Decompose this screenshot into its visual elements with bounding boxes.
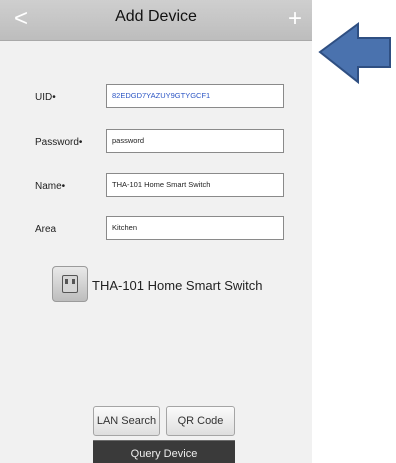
title-bar: < Add Device +	[0, 0, 312, 41]
add-button[interactable]: +	[280, 2, 310, 36]
area-label: Area	[35, 224, 57, 235]
name-label: Name•	[35, 181, 66, 192]
page-title: Add Device	[115, 8, 197, 25]
qr-code-button[interactable]: QR Code	[166, 406, 235, 436]
password-field[interactable]: password	[106, 129, 284, 153]
area-field[interactable]: Kitchen	[106, 216, 284, 240]
name-field[interactable]: THA-101 Home Smart Switch	[106, 173, 284, 197]
password-label: Password•	[35, 137, 83, 148]
uid-label: UID•	[35, 92, 56, 103]
switch-icon	[52, 266, 88, 302]
plus-icon: +	[287, 5, 302, 32]
device-name: THA-101 Home Smart Switch	[92, 278, 263, 293]
lan-search-button[interactable]: LAN Search	[93, 406, 160, 436]
query-device-button[interactable]: Query Device	[93, 440, 235, 463]
phone-screen: < Add Device + UID• 82EDGD7YAZUY9GTYGCF1…	[0, 0, 312, 463]
uid-field[interactable]: 82EDGD7YAZUY9GTYGCF1	[106, 84, 284, 108]
arrow-left-icon	[318, 22, 391, 85]
